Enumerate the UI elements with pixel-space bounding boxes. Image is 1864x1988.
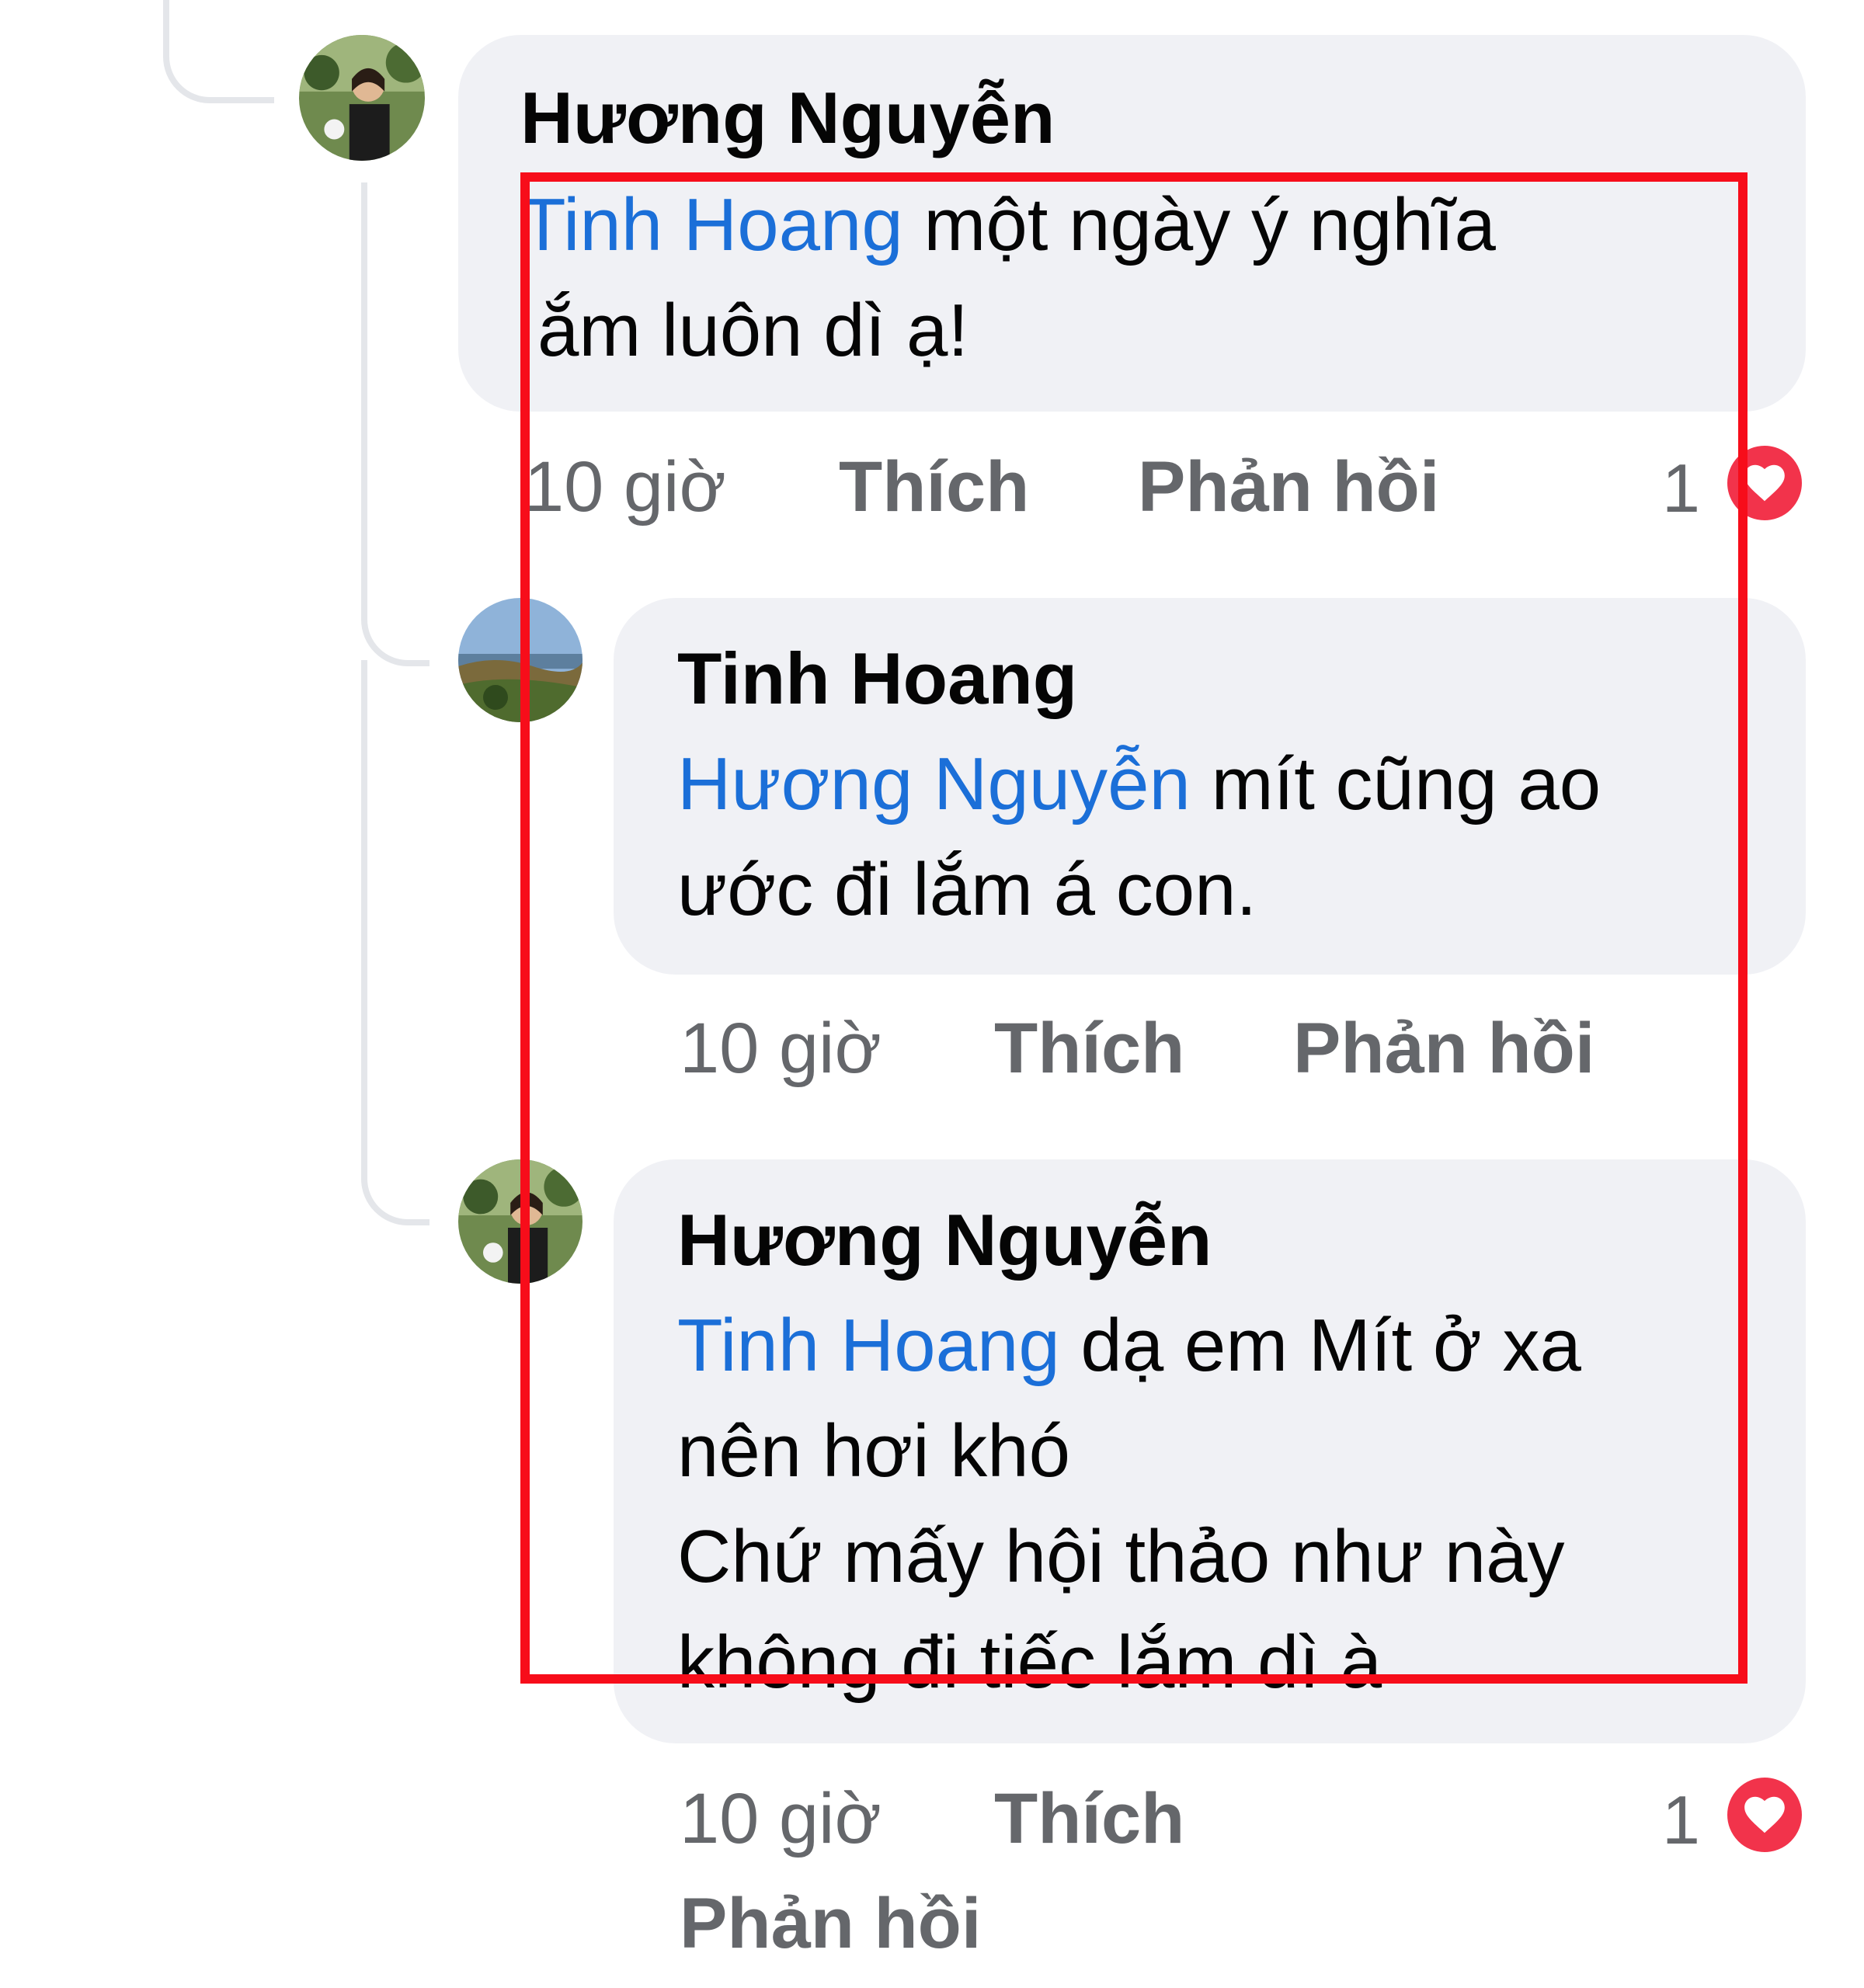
avatar[interactable] — [299, 35, 425, 161]
comment-text-line: Chứ mấy hội thảo như này — [677, 1515, 1565, 1598]
comment-text-line: dạ em Mít ở xa — [1059, 1304, 1581, 1387]
like-button[interactable]: Thích — [839, 447, 1029, 528]
comment-time[interactable]: 10 giờ — [524, 447, 726, 528]
mention-link[interactable]: Tinh Hoang — [677, 1304, 1060, 1387]
comment-text-line: nên hơi khó — [677, 1409, 1070, 1493]
heart-icon[interactable] — [1723, 1773, 1807, 1857]
reaction-count[interactable]: 1 — [1662, 1781, 1700, 1860]
user-photo-icon — [458, 1159, 582, 1284]
comment-text: Hương Nguyễn mít cũng ao ước đi lắm á co… — [677, 732, 1780, 943]
avatar[interactable] — [458, 598, 582, 722]
comment-author[interactable]: Tinh Hoang — [677, 637, 1077, 721]
reply-button[interactable]: Phản hồi — [1293, 1008, 1594, 1090]
reply-button[interactable]: Phản hồi — [680, 1883, 981, 1965]
landscape-photo-icon — [458, 598, 582, 722]
comment-time[interactable]: 10 giờ — [680, 1008, 882, 1090]
comment-author[interactable]: Hương Nguyễn — [520, 76, 1055, 160]
comment-text-line: một ngày ý nghĩa — [902, 183, 1496, 266]
thread-connector-top — [163, 0, 274, 103]
comment-author[interactable]: Hương Nguyễn — [677, 1198, 1212, 1282]
user-photo-icon — [299, 35, 425, 161]
comment-text-line: mít cũng ao — [1190, 742, 1601, 825]
comment-text: Tinh Hoang dạ em Mít ở xa nên hơi khó Ch… — [677, 1293, 1780, 1715]
heart-icon[interactable] — [1723, 441, 1807, 525]
comment-text: Tinh Hoang một ngày ý nghĩa ắm luôn dì ạ… — [520, 172, 1779, 384]
reaction-count[interactable]: 1 — [1662, 449, 1700, 528]
mention-link[interactable]: Tinh Hoang — [520, 183, 903, 266]
mention-link[interactable]: Hương Nguyễn — [677, 742, 1191, 825]
comment-text-line: ước đi lắm á con. — [677, 848, 1257, 931]
comment-text-line: không đi tiếc lắm dì à — [677, 1621, 1382, 1704]
like-button[interactable]: Thích — [994, 1778, 1184, 1860]
avatar[interactable] — [458, 1159, 582, 1284]
reply-button[interactable]: Phản hồi — [1138, 447, 1439, 528]
thread-connector-reply-2 — [361, 660, 429, 1225]
like-button[interactable]: Thích — [994, 1008, 1184, 1090]
thread-connector-reply-1 — [361, 182, 429, 666]
comment-text-line: ắm luôn dì ạ! — [537, 289, 969, 372]
comment-time[interactable]: 10 giờ — [680, 1778, 882, 1860]
